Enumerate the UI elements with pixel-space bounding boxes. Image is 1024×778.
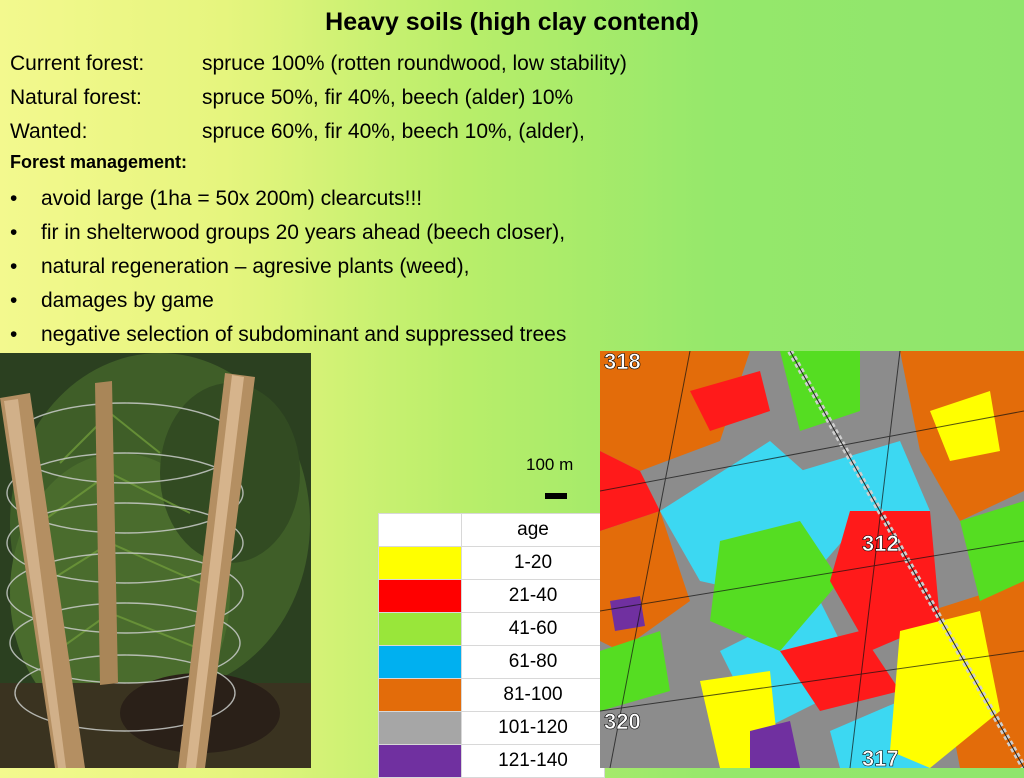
management-list: • avoid large (1ha = 50x 200m) clearcuts!… — [10, 182, 566, 352]
legend-label: 21-40 — [461, 579, 605, 613]
forest-age-map: 318 312 320 317 — [600, 351, 1024, 768]
list-item: • fir in shelterwood groups 20 years ahea… — [10, 216, 566, 250]
legend-row: 81-100 — [378, 678, 605, 712]
bullet-icon: • — [10, 255, 18, 278]
bullet-text: natural regeneration – agresive plants (… — [41, 255, 470, 278]
compartment-318: 318 — [604, 351, 641, 374]
legend-row: 121-140 — [378, 744, 605, 778]
bullet-text: damages by game — [41, 289, 214, 312]
list-item: • avoid large (1ha = 50x 200m) clearcuts!… — [10, 182, 566, 216]
legend-row: 61-80 — [378, 645, 605, 679]
legend-label: 1-20 — [461, 546, 605, 580]
list-item: • natural regeneration – agresive plants … — [10, 250, 566, 284]
legend-swatch — [378, 546, 462, 580]
fir-sapling-photo — [0, 353, 311, 768]
legend-label: 101-120 — [461, 711, 605, 745]
bullet-icon: • — [10, 187, 18, 210]
scale-label: 100 m — [526, 455, 574, 474]
legend-row: 21-40 — [378, 579, 605, 613]
current-forest-row: Current forest: spruce 100% (rotten round… — [10, 49, 627, 79]
list-item: • damages by game — [10, 284, 566, 318]
wanted-row: Wanted: spruce 60%, fir 40%, beech 10%, (… — [10, 117, 585, 147]
legend-header: age — [461, 513, 605, 547]
scale-bar — [545, 493, 567, 499]
legend-swatch — [378, 711, 462, 745]
bullet-icon: • — [10, 221, 18, 244]
list-item: • negative selection of subdominant and s… — [10, 318, 566, 352]
management-heading: Forest management: — [10, 152, 188, 172]
legend-row: 1-20 — [378, 546, 605, 580]
legend-label: 41-60 — [461, 612, 605, 646]
legend-row: 41-60 — [378, 612, 605, 646]
wanted-label: Wanted: — [10, 120, 88, 143]
slide-title: Heavy soils (high clay contend) — [325, 8, 699, 36]
legend-swatch — [378, 678, 462, 712]
current-forest-value: spruce 100% (rotten roundwood, low stabi… — [202, 52, 627, 75]
natural-forest-label: Natural forest: — [10, 86, 142, 109]
legend-swatch — [378, 645, 462, 679]
legend-label: 61-80 — [461, 645, 605, 679]
legend-label: 121-140 — [461, 744, 605, 778]
bullet-icon: • — [10, 323, 18, 346]
legend-swatch — [378, 579, 462, 613]
legend-swatch — [378, 513, 462, 547]
natural-forest-value: spruce 50%, fir 40%, beech (alder) 10% — [202, 86, 574, 109]
legend-row: 101-120 — [378, 711, 605, 745]
current-forest-label: Current forest: — [10, 52, 145, 75]
legend-header-row: age — [378, 513, 605, 547]
compartment-312: 312 — [862, 531, 899, 556]
legend-label: 81-100 — [461, 678, 605, 712]
age-legend: age 1-20 21-40 41-60 61-80 81-100 101-12… — [378, 513, 605, 778]
compartment-320: 320 — [604, 709, 641, 734]
compartment-317: 317 — [862, 746, 899, 768]
bullet-icon: • — [10, 289, 18, 312]
legend-swatch — [378, 744, 462, 778]
bullet-text: negative selection of subdominant and su… — [41, 323, 567, 346]
legend-swatch — [378, 612, 462, 646]
natural-forest-row: Natural forest: spruce 50%, fir 40%, beec… — [10, 83, 573, 113]
bullet-text: fir in shelterwood groups 20 years ahead… — [41, 221, 566, 244]
bullet-text: avoid large (1ha = 50x 200m) clearcuts!!… — [41, 187, 423, 210]
wanted-value: spruce 60%, fir 40%, beech 10%, (alder), — [202, 120, 585, 143]
